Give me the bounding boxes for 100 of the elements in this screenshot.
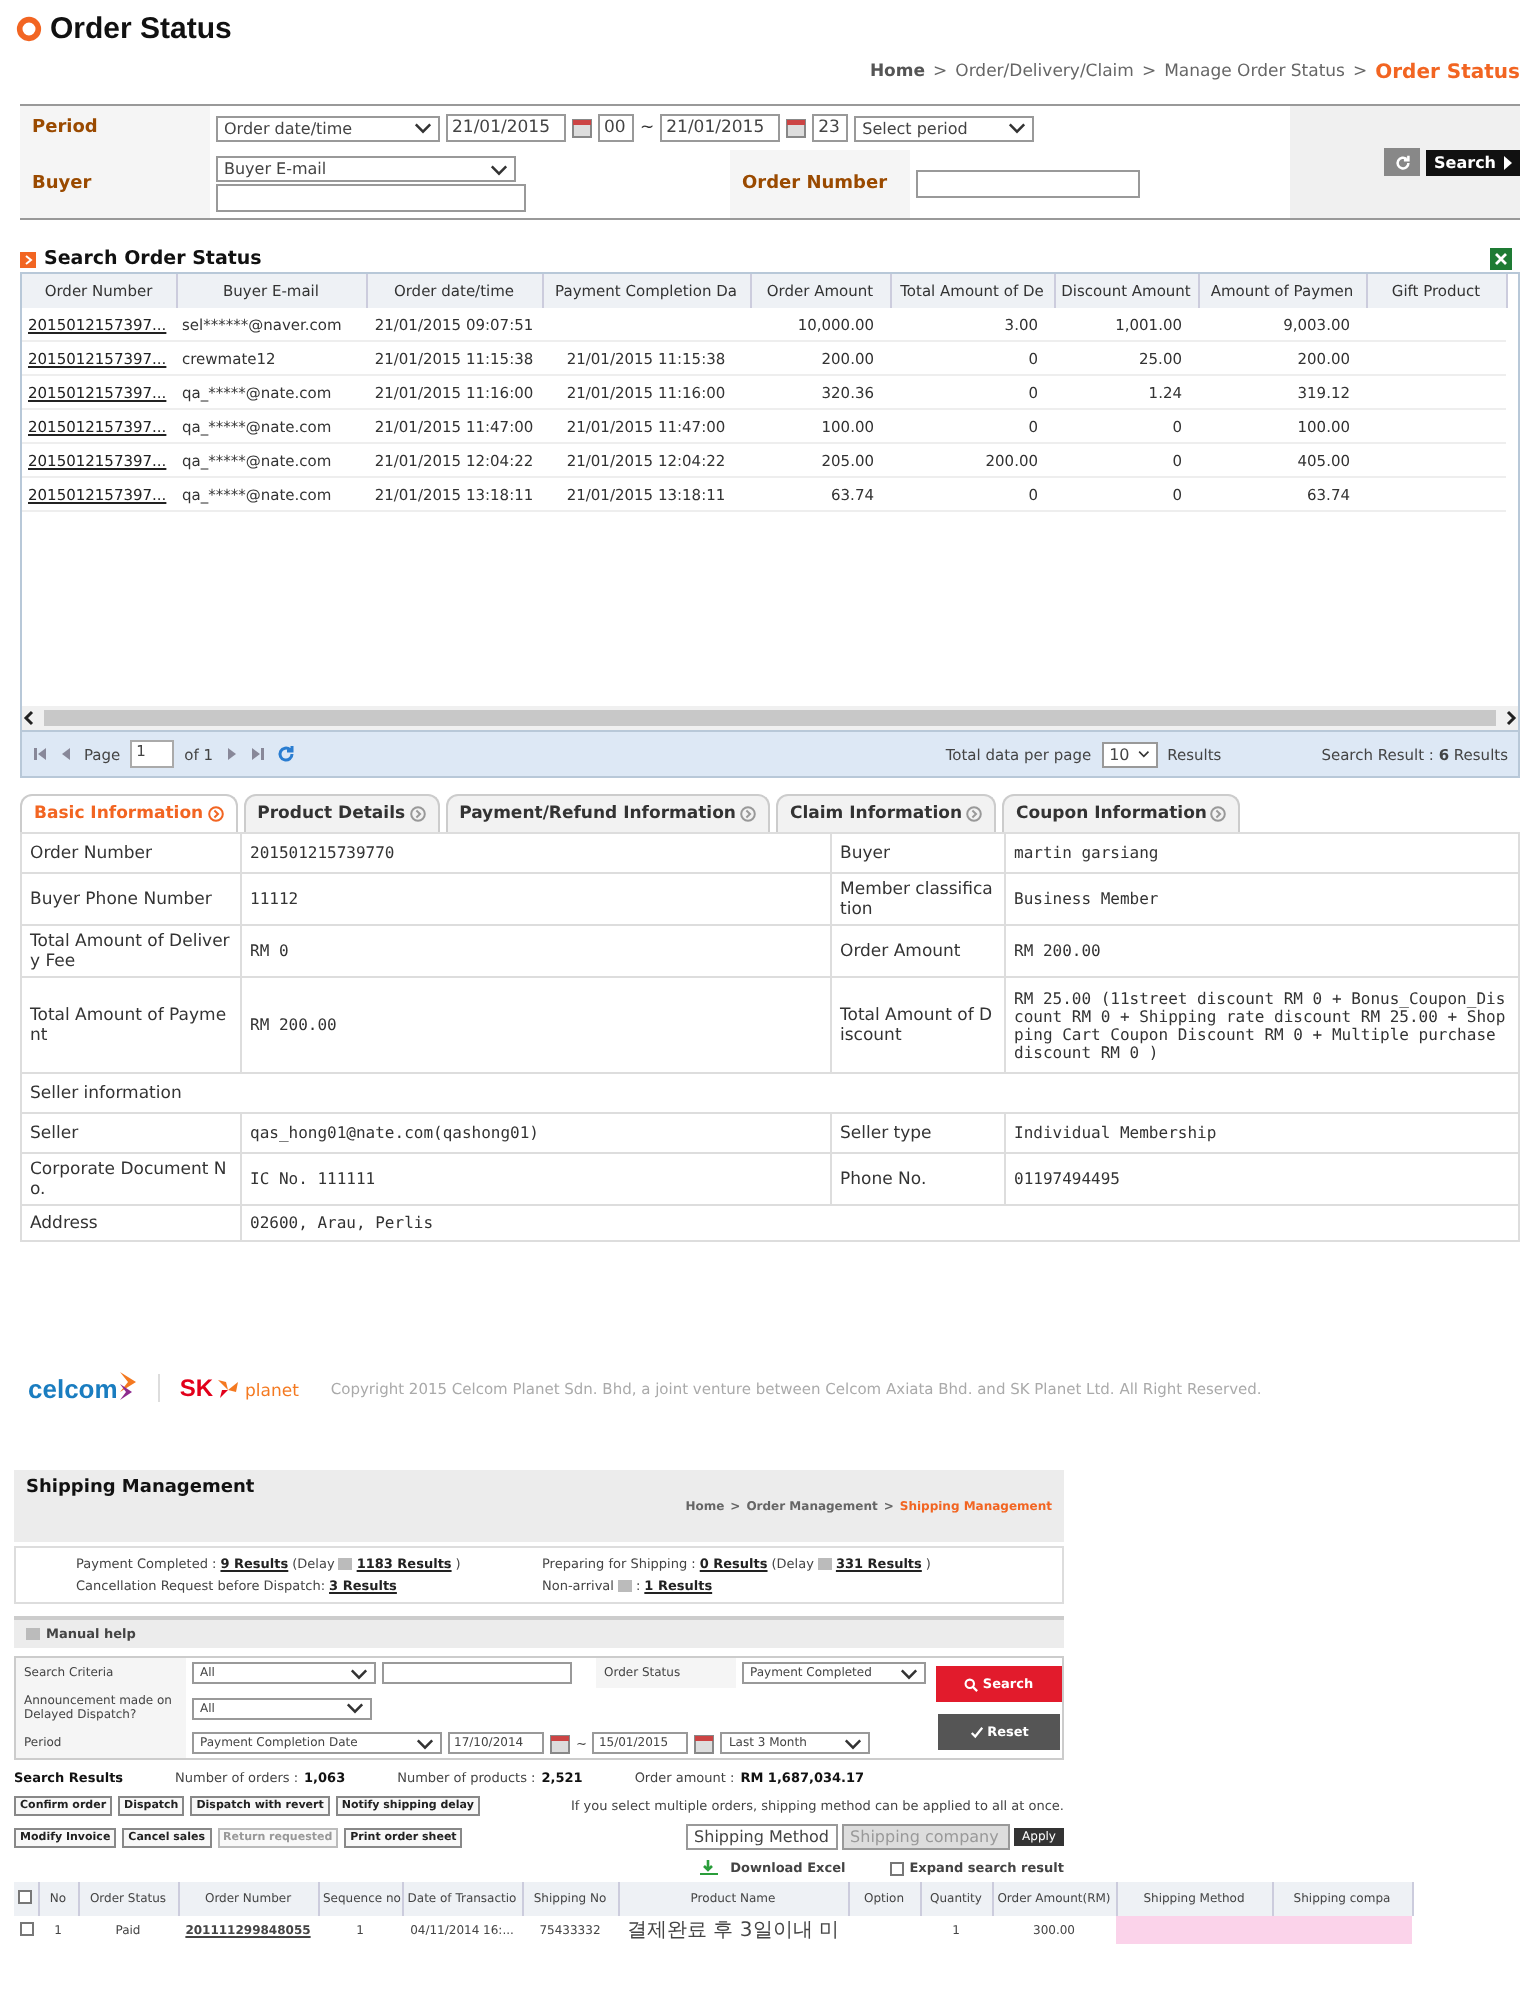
caret-icon: [900, 1667, 918, 1679]
search-icon: [964, 1677, 979, 1691]
buyer-field[interactable]: [216, 184, 526, 212]
checkbox[interactable]: [19, 1921, 33, 1935]
tab[interactable]: Product Details: [243, 794, 440, 832]
reset-button[interactable]: [1384, 148, 1421, 176]
shipping-select[interactable]: Shipping Method: [686, 1824, 839, 1850]
last-page-icon[interactable]: [249, 746, 266, 762]
caret-icon: [490, 163, 508, 175]
circle-arrow-icon: [966, 806, 983, 822]
field-value: martin garsiang: [1014, 844, 1159, 862]
date-field[interactable]: 21/01/2015: [660, 114, 781, 142]
table-cell: 결제완료 후 3일이내 미: [618, 1916, 848, 1944]
page-title: Order Status: [50, 12, 232, 46]
caret-icon: [416, 1737, 434, 1749]
scroll-left-icon[interactable]: [22, 710, 36, 726]
arrow-box-icon: [20, 251, 36, 267]
tab[interactable]: Payment/Refund Information: [445, 794, 770, 832]
field-label: Seller: [30, 1123, 79, 1143]
date-type-select[interactable]: Order date/time: [216, 115, 440, 141]
field-value: 11112: [250, 890, 299, 908]
criteria-field[interactable]: [382, 1662, 572, 1684]
circle-arrow-icon: [409, 806, 426, 822]
field-value: RM 200.00: [250, 1016, 337, 1034]
breadcrumb-separator: >: [1141, 62, 1157, 84]
first-page-icon[interactable]: [32, 746, 48, 762]
breadcrumb-separator: >: [933, 62, 948, 84]
circle-arrow-icon: [739, 806, 756, 822]
caret-icon: [350, 1667, 368, 1679]
arrow-icon: [1502, 155, 1512, 169]
checkbox[interactable]: [18, 1890, 33, 1904]
section-title: Shipping Management: [26, 1478, 255, 1502]
previous-page-icon[interactable]: [58, 746, 74, 762]
field-value: 02600, Arau, Perlis: [250, 1214, 434, 1232]
per-page-select[interactable]: 10: [1101, 741, 1158, 767]
field-label: Member classification: [840, 879, 993, 919]
caret-icon: [414, 122, 432, 134]
field-label: Total Amount of Payment: [30, 1005, 227, 1045]
order-number-label: Order Number: [730, 150, 910, 218]
refresh-icon: [1393, 153, 1412, 171]
ring-icon: [16, 16, 42, 42]
field-label: Seller type: [840, 1123, 932, 1143]
order-number-field[interactable]: [916, 170, 1140, 198]
calendar-icon[interactable]: [550, 1733, 570, 1753]
next-page-icon[interactable]: [223, 746, 240, 762]
field-label: Total Amount of Discount: [840, 1005, 993, 1045]
download-icon[interactable]: [700, 1860, 719, 1876]
period-select[interactable]: Select period: [854, 115, 1035, 141]
scrollbar[interactable]: [22, 706, 1518, 730]
refresh-icon[interactable]: [275, 744, 296, 764]
field-value: RM 0: [250, 942, 289, 960]
field-label: Total Amount of Delivery Fee: [30, 931, 230, 971]
circle-arrow-icon: [207, 806, 224, 822]
circle-arrow-icon: [1210, 806, 1227, 822]
field-label: Order Number: [30, 843, 153, 863]
field-label: Corporate Document No.: [30, 1159, 227, 1199]
field-label: Order Amount: [840, 941, 961, 961]
field-value: Business Member: [1014, 890, 1159, 908]
caret-icon: [346, 1702, 364, 1714]
caret-icon: [844, 1737, 863, 1749]
butterfly-logo-icon: [216, 1378, 241, 1402]
tab[interactable]: Coupon Information: [1002, 794, 1241, 832]
field-label: Buyer: [840, 843, 890, 863]
logo-text: planet: [244, 1382, 299, 1402]
breadcrumb-link[interactable]: Order/Delivery/Claim: [955, 62, 1134, 84]
logo-text: celcom: [28, 1374, 118, 1404]
field-value: RM 200.00: [1014, 942, 1101, 960]
scroll-right-icon[interactable]: [1504, 710, 1518, 726]
calendar-icon[interactable]: [786, 118, 807, 138]
field-value: 01197494495: [1014, 1170, 1120, 1188]
field-value: 201501215739770: [250, 844, 395, 862]
tilde: ~: [640, 118, 655, 138]
buyer-label: Buyer: [20, 150, 210, 218]
section-title: Search Order Status: [44, 248, 262, 270]
spreadsheet-icon[interactable]: [1490, 248, 1512, 270]
logo-text: SK: [179, 1374, 213, 1402]
tab[interactable]: Claim Information: [775, 794, 997, 832]
check-icon: [969, 1725, 984, 1739]
field-value: qas_hong01@nate.com(qashong01): [250, 1124, 539, 1142]
checkbox[interactable]: [889, 1861, 904, 1875]
hour-field[interactable]: 23: [812, 114, 849, 142]
field-label: Buyer Phone Number: [30, 889, 212, 909]
caret-icon: [1008, 122, 1027, 134]
field-value: IC No. 111111: [250, 1170, 376, 1188]
breadcrumb-link[interactable]: Home: [869, 62, 926, 84]
highlight-cell: [1272, 1916, 1412, 1944]
field-label: Address: [30, 1213, 98, 1233]
caret-icon: [1137, 748, 1150, 760]
period-label: Period: [20, 106, 210, 150]
breadcrumb-separator: >: [1353, 62, 1368, 84]
field-label: Phone No.: [840, 1169, 927, 1189]
calendar-icon[interactable]: [572, 118, 592, 138]
breadcrumb-link[interactable]: Manage Order Status: [1164, 62, 1345, 84]
buyer-type-select[interactable]: Buyer E-mail: [216, 156, 516, 182]
calendar-icon[interactable]: [694, 1733, 715, 1753]
search-button[interactable]: Search: [1426, 149, 1520, 175]
field-value: Individual Membership: [1014, 1124, 1217, 1142]
date-field[interactable]: 21/01/2015: [446, 114, 566, 142]
section-label: Seller information: [30, 1083, 182, 1103]
hour-field[interactable]: 00: [598, 114, 634, 142]
